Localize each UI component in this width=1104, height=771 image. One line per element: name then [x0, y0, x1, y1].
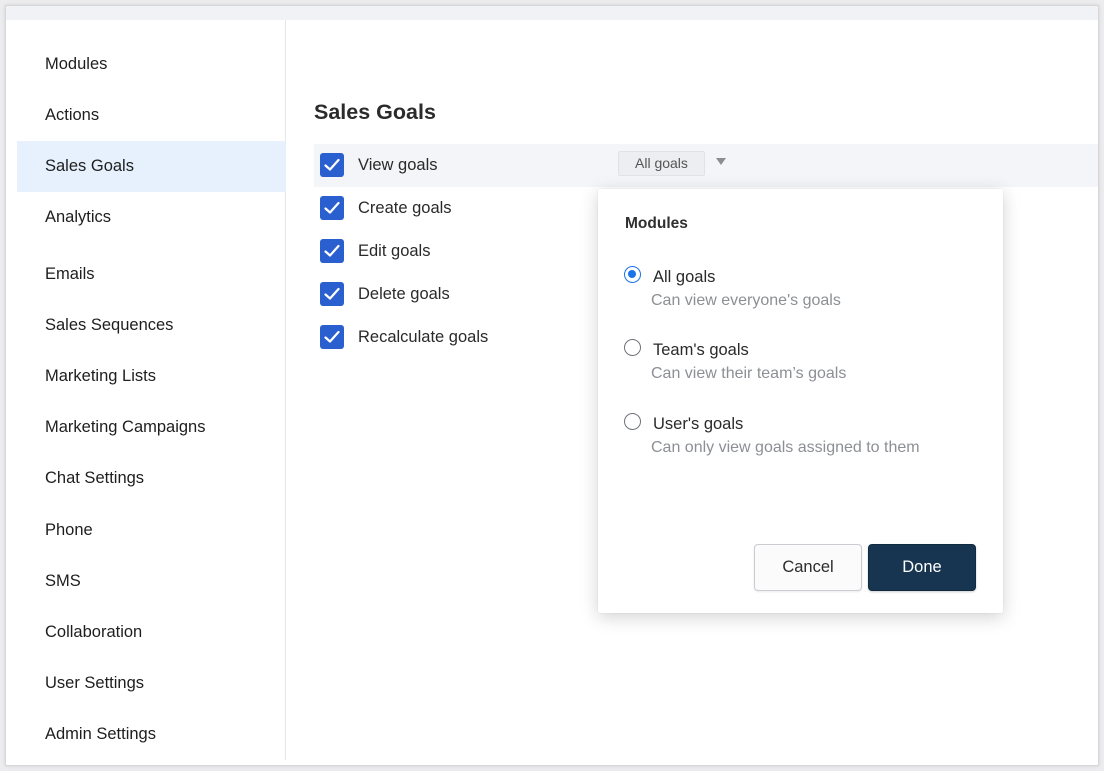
cancel-button[interactable]: Cancel	[754, 544, 862, 591]
sidebar-item-sms[interactable]: SMS	[17, 556, 286, 607]
check-icon	[324, 287, 340, 300]
checkbox-create-goals[interactable]	[320, 196, 344, 220]
check-icon	[324, 244, 340, 257]
sidebar-item-actions[interactable]: Actions	[17, 90, 286, 141]
check-icon	[324, 330, 340, 343]
sidebar-item-user-settings[interactable]: User Settings	[17, 658, 286, 709]
permission-label: Edit goals	[358, 242, 431, 260]
permission-label: Create goals	[358, 199, 452, 217]
option-description: Can view everyone's goals	[651, 292, 841, 309]
top-strip	[6, 6, 1098, 20]
sidebar: Modules Actions Sales Goals Analytics Em…	[17, 20, 286, 760]
popover-title: Modules	[625, 215, 688, 232]
sidebar-item-emails[interactable]: Emails	[17, 249, 286, 300]
checkbox-edit-goals[interactable]	[320, 239, 344, 263]
scope-popover: Modules All goals Can view everyone's go…	[598, 189, 1003, 613]
sidebar-item-chat-settings[interactable]: Chat Settings	[17, 453, 286, 504]
sidebar-item-phone[interactable]: Phone	[17, 505, 286, 556]
view-scope-select[interactable]: All goals	[618, 151, 705, 176]
option-description: Can view their team’s goals	[651, 365, 847, 382]
radio-all-goals[interactable]	[624, 266, 641, 283]
sidebar-item-sales-sequences[interactable]: Sales Sequences	[17, 300, 286, 351]
sidebar-item-sales-goals[interactable]: Sales Goals	[17, 141, 286, 192]
sidebar-item-analytics[interactable]: Analytics	[17, 192, 286, 243]
page-title: Sales Goals	[314, 100, 436, 124]
check-icon	[324, 201, 340, 214]
permission-row-view-goals: View goals All goals	[314, 144, 1098, 187]
option-teams-goals[interactable]: Team's goals Can view their team’s goals	[624, 339, 984, 389]
radio-teams-goals[interactable]	[624, 339, 641, 356]
check-icon	[324, 158, 340, 171]
option-all-goals[interactable]: All goals Can view everyone's goals	[624, 266, 984, 316]
caret-down-icon[interactable]	[716, 158, 726, 165]
option-label[interactable]: Team's goals	[653, 341, 749, 360]
sidebar-item-modules[interactable]: Modules	[17, 39, 286, 90]
option-label[interactable]: User's goals	[653, 415, 743, 434]
sidebar-item-marketing-lists[interactable]: Marketing Lists	[17, 351, 286, 402]
permission-label: View goals	[358, 156, 438, 174]
checkbox-recalculate-goals[interactable]	[320, 325, 344, 349]
option-description: Can only view goals assigned to them	[651, 439, 920, 456]
sidebar-item-collaboration[interactable]: Collaboration	[17, 607, 286, 658]
permission-label: Delete goals	[358, 285, 450, 303]
option-label[interactable]: All goals	[653, 268, 715, 287]
checkbox-delete-goals[interactable]	[320, 282, 344, 306]
radio-users-goals[interactable]	[624, 413, 641, 430]
done-button[interactable]: Done	[868, 544, 976, 591]
checkbox-view-goals[interactable]	[320, 153, 344, 177]
sidebar-item-admin-settings[interactable]: Admin Settings	[17, 709, 286, 760]
option-users-goals[interactable]: User's goals Can only view goals assigne…	[624, 413, 984, 463]
app-window: Modules Actions Sales Goals Analytics Em…	[5, 5, 1099, 766]
permission-label: Recalculate goals	[358, 328, 489, 346]
sidebar-item-marketing-campaigns[interactable]: Marketing Campaigns	[17, 402, 286, 453]
